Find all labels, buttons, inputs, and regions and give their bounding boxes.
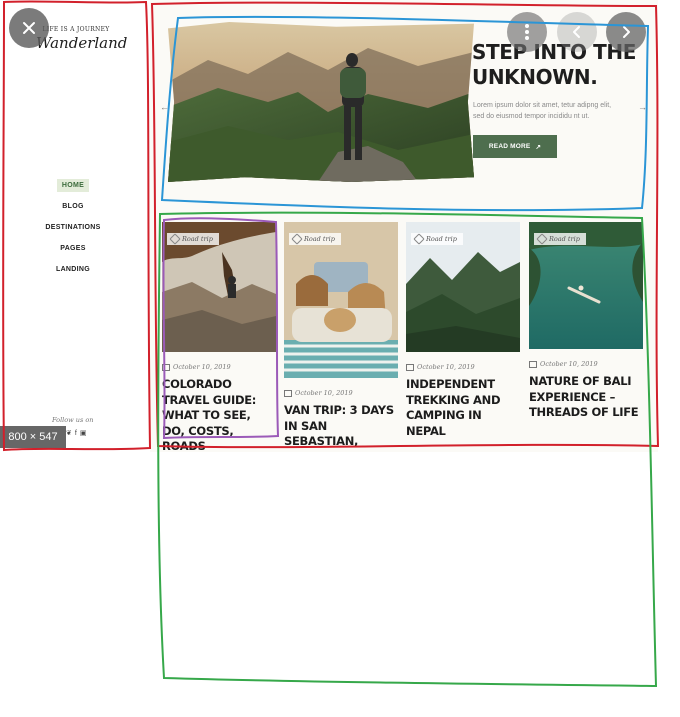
post-date: October 10, 2019 (162, 363, 276, 371)
image-size-badge: 800 × 547 (0, 426, 66, 448)
more-vertical-icon (525, 24, 529, 40)
hero-image (168, 22, 474, 182)
nav-item-destinations[interactable]: DESTINATIONS (0, 214, 146, 235)
post-date: October 10, 2019 (529, 360, 643, 368)
post-tag[interactable]: Road trip (411, 233, 463, 245)
post-image[interactable]: Road trip (406, 222, 520, 352)
post-title[interactable]: COLORADO TRAVEL GUIDE: WHAT TO SEE, DO, … (162, 377, 276, 452)
read-more-button[interactable]: READ MORE ↗ (473, 135, 557, 158)
post-tag[interactable]: Road trip (289, 233, 341, 245)
post-date: October 10, 2019 (406, 363, 520, 371)
nav-item-home[interactable]: HOME (0, 172, 146, 193)
post-card-van-trip[interactable]: Road trip October 10, 2019 VAN TRIP: 3 D… (284, 222, 398, 452)
logo-name: Wanderland (36, 34, 128, 52)
close-icon (23, 22, 35, 34)
arrow-up-right-icon: ↗ (535, 143, 542, 151)
chevron-right-icon (623, 26, 630, 38)
post-tag[interactable]: Road trip (534, 233, 586, 245)
social-links: ❦f▣ (66, 429, 89, 437)
calendar-icon (284, 389, 292, 397)
tag-icon (169, 233, 181, 245)
post-tag[interactable]: Road trip (167, 233, 219, 245)
nav-item-blog[interactable]: BLOG (0, 193, 146, 214)
follow-label: Follow us on (52, 416, 94, 424)
post-card-colorado[interactable]: Road trip October 10, 2019 COLORADO TRAV… (162, 222, 276, 452)
post-title[interactable]: INDEPENDENT TREKKING AND CAMPING IN NEPA… (406, 377, 520, 439)
hero-text: Lorem ipsum dolor sit amet, tetur adipng… (473, 102, 612, 120)
nav-item-pages[interactable]: PAGES (0, 235, 146, 256)
more-options-button[interactable] (507, 12, 547, 52)
website-screenshot: LIFE IS A JOURNEY Wanderland HOME BLOG D… (0, 0, 658, 452)
calendar-icon (529, 360, 537, 368)
sidebar: LIFE IS A JOURNEY Wanderland HOME BLOG D… (0, 0, 150, 452)
post-card-bali[interactable]: Road trip October 10, 2019 NATURE OF BAL… (529, 222, 643, 421)
post-title[interactable]: VAN TRIP: 3 DAYS IN SAN SEBASTIAN, SPAIN (284, 403, 398, 452)
image-viewer: LIFE IS A JOURNEY Wanderland HOME BLOG D… (0, 0, 658, 452)
twitter-icon[interactable]: ❦ (66, 430, 75, 437)
calendar-icon (162, 363, 170, 371)
youtube-icon[interactable]: ▣ (80, 430, 90, 437)
main-nav: HOME BLOG DESTINATIONS PAGES LANDING (0, 172, 146, 277)
post-card-nepal[interactable]: Road trip October 10, 2019 INDEPENDENT T… (406, 222, 520, 439)
previous-image-button[interactable] (557, 12, 597, 52)
hero-prev-arrow-icon[interactable]: ← (160, 102, 169, 112)
post-title[interactable]: NATURE OF BALI EXPERIENCE – THREADS OF L… (529, 374, 643, 421)
next-image-button[interactable] (606, 12, 646, 52)
post-date: October 10, 2019 (284, 389, 398, 397)
chevron-left-icon (573, 26, 580, 38)
nav-item-landing[interactable]: LANDING (0, 256, 146, 277)
tag-icon (291, 233, 303, 245)
post-image[interactable]: Road trip (284, 222, 398, 378)
post-image[interactable]: Road trip (529, 222, 643, 349)
calendar-icon (406, 363, 414, 371)
post-image[interactable]: Road trip (162, 222, 276, 352)
close-button[interactable] (9, 8, 49, 48)
tag-icon (536, 233, 548, 245)
tag-icon (413, 233, 425, 245)
hero-next-arrow-icon[interactable]: → (638, 102, 647, 112)
